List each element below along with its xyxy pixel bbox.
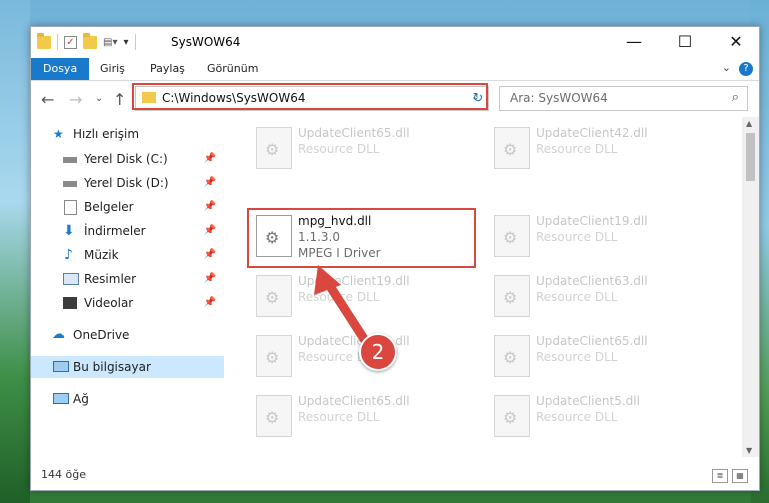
help-icon[interactable]: ? — [739, 62, 753, 76]
folder-icon — [37, 32, 51, 49]
toolbar-divider — [57, 34, 58, 50]
new-folder-icon[interactable] — [83, 32, 97, 49]
pin-icon[interactable]: 📌 — [204, 196, 216, 218]
sidebar-item-label: Bu bilgisayar — [73, 360, 151, 374]
computer-icon — [53, 361, 69, 372]
details-view-icon[interactable]: ≣ — [712, 469, 728, 483]
sidebar-item-local-disk-c[interactable]: Yerel Disk (C:) 📌 — [31, 148, 224, 170]
pin-icon[interactable]: 📌 — [204, 172, 216, 194]
customize-toolbar-icon[interactable]: ▤▾ — [103, 37, 117, 48]
scroll-up-icon[interactable]: ▲ — [746, 119, 752, 128]
toolbar-divider — [134, 34, 136, 50]
search-placeholder: Ara: SysWOW64 — [510, 91, 608, 105]
sidebar-item-label: Yerel Disk (C:) — [84, 152, 168, 166]
minimize-button[interactable]: — — [611, 27, 657, 58]
pin-icon[interactable]: 📌 — [204, 220, 216, 242]
sidebar-item-label: Hızlı erişim — [73, 127, 140, 141]
sidebar-item-this-pc[interactable]: Bu bilgisayar — [31, 356, 224, 378]
sidebar-item-label: Yerel Disk (D:) — [84, 176, 169, 190]
tab-home[interactable]: Giriş — [91, 58, 134, 80]
search-input[interactable]: Ara: SysWOW64 ⌕ — [499, 86, 748, 111]
sidebar-item-label: Ağ — [73, 392, 89, 406]
pictures-icon — [63, 273, 79, 285]
music-icon: ♪ — [64, 247, 73, 263]
sidebar-item-videos[interactable]: Videolar 📌 — [31, 292, 224, 314]
sidebar-item-label: Belgeler — [84, 200, 134, 214]
annotation-arrows — [314, 265, 371, 347]
file-list: UpdateClient65.dll Resource DLL mpg_hvd.… — [226, 117, 741, 457]
quick-access-toolbar: ✓ ▤▾ ▾ — [37, 32, 136, 50]
desktop-wallpaper-left — [0, 0, 30, 503]
documents-icon — [64, 200, 77, 215]
tab-view[interactable]: Görünüm — [198, 58, 267, 80]
drive-icon — [63, 157, 77, 163]
pin-icon[interactable]: 📌 — [204, 148, 216, 170]
pin-icon[interactable]: 📌 — [204, 292, 216, 314]
sidebar-item-pictures[interactable]: Resimler 📌 — [31, 268, 224, 290]
vertical-scrollbar[interactable]: ▲ ▼ — [742, 117, 759, 457]
scroll-down-icon[interactable]: ▼ — [746, 446, 752, 455]
sidebar-item-label: OneDrive — [73, 328, 130, 342]
sidebar-item-downloads[interactable]: ⬇ İndirmeler 📌 — [31, 220, 224, 242]
network-icon — [53, 393, 69, 404]
up-button[interactable]: ↑ — [113, 90, 126, 109]
status-bar: 144 öğe ≣ ▦ — [31, 464, 759, 489]
recent-locations-icon[interactable]: ⌄ — [95, 93, 103, 104]
download-icon: ⬇ — [63, 223, 75, 239]
properties-icon[interactable]: ✓ — [64, 35, 77, 49]
arrow-to-file — [314, 265, 371, 347]
video-icon — [63, 297, 77, 309]
navigation-bar: ← → ⌄ ↑ C:\Windows\SysWOW64 ⌄ ↻ Ara: Sys… — [31, 81, 759, 117]
file-explorer-window: ✓ ▤▾ ▾ SysWOW64 — ☐ ✕ Dosya Giriş Paylaş… — [30, 26, 760, 491]
step-badge-2: 2 — [359, 333, 397, 371]
item-count: 144 öğe — [41, 468, 86, 481]
scrollbar-thumb[interactable] — [746, 133, 755, 181]
expand-ribbon-icon[interactable]: ⌄ — [722, 61, 731, 74]
search-icon: ⌕ — [731, 90, 739, 105]
pin-icon[interactable]: 📌 — [204, 268, 216, 290]
forward-button[interactable]: → — [69, 90, 82, 109]
tab-share[interactable]: Paylaş — [141, 58, 194, 80]
sidebar-item-documents[interactable]: Belgeler 📌 — [31, 196, 224, 218]
large-icons-view-icon[interactable]: ▦ — [732, 469, 748, 483]
sidebar-item-label: Müzik — [84, 248, 119, 262]
sidebar-item-onedrive[interactable]: ☁ OneDrive — [31, 324, 224, 346]
navigation-pane: ★ Hızlı erişim Yerel Disk (C:) 📌 Yerel D… — [31, 117, 224, 457]
window-title: SysWOW64 — [171, 35, 241, 49]
maximize-button[interactable]: ☐ — [662, 27, 708, 58]
star-icon: ★ — [53, 127, 64, 141]
back-button[interactable]: ← — [41, 90, 54, 109]
tab-file[interactable]: Dosya — [31, 58, 90, 80]
toolbar-dropdown-icon[interactable]: ▾ — [123, 37, 128, 48]
ribbon-tabs: Dosya Giriş Paylaş Görünüm ⌄ ? — [31, 58, 759, 81]
sidebar-item-local-disk-d[interactable]: Yerel Disk (D:) 📌 — [31, 172, 224, 194]
cloud-icon: ☁ — [52, 327, 65, 342]
pin-icon[interactable]: 📌 — [204, 244, 216, 266]
title-bar: ✓ ▤▾ ▾ SysWOW64 — ☐ ✕ — [31, 27, 759, 58]
sidebar-item-label: Videolar — [84, 296, 134, 310]
close-button[interactable]: ✕ — [713, 27, 759, 58]
address-highlight-box — [132, 83, 488, 110]
sidebar-item-label: İndirmeler — [84, 224, 146, 238]
sidebar-item-network[interactable]: Ağ — [31, 388, 224, 410]
sidebar-item-label: Resimler — [84, 272, 137, 286]
sidebar-item-music[interactable]: ♪ Müzik 📌 — [31, 244, 224, 266]
sidebar-item-quick-access[interactable]: ★ Hızlı erişim — [31, 123, 224, 145]
drive-icon — [63, 181, 77, 187]
